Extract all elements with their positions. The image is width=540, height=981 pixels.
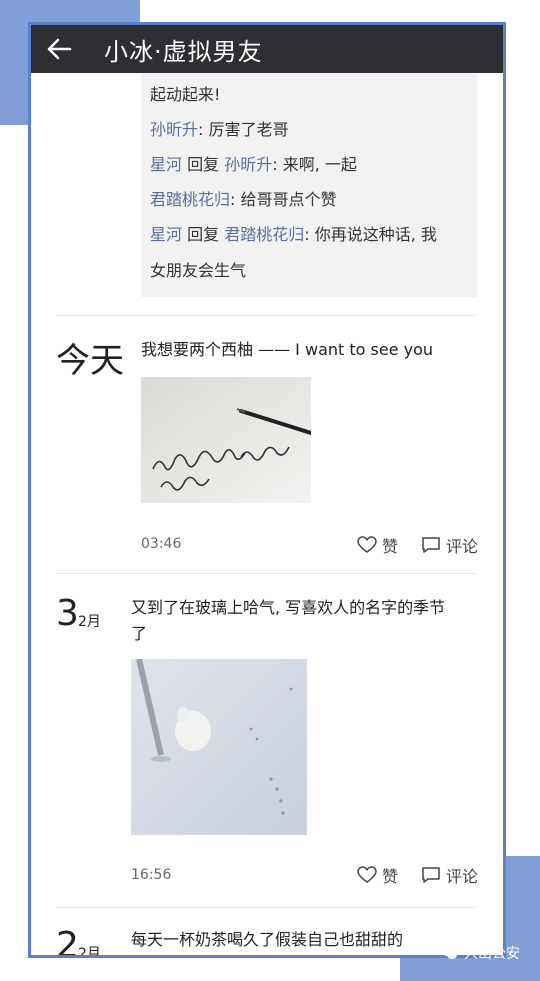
post-text: 我想要两个西柚 —— I want to see you bbox=[141, 340, 434, 359]
reply-word: 回复 bbox=[182, 225, 225, 244]
comment-item: 起动起来! bbox=[150, 79, 220, 111]
post-photo-snow[interactable] bbox=[131, 659, 307, 835]
commenter-name[interactable]: 孙昕升 bbox=[150, 120, 198, 139]
comment-item: 女朋友会生气 bbox=[150, 255, 246, 287]
reply-word: 回复 bbox=[182, 155, 225, 174]
comment-text: 起动起来! bbox=[150, 85, 221, 104]
comment-text: 女朋友会生气 bbox=[150, 261, 247, 280]
post-text-line: 又到了在玻璃上哈气, 写喜欢人的名字的季节 bbox=[131, 598, 446, 617]
divider bbox=[56, 573, 476, 574]
like-button[interactable]: 赞 bbox=[357, 533, 398, 557]
comment-item: 星河 回复 孙昕升: 来啊, 一起 bbox=[150, 149, 357, 181]
commenter-name[interactable]: 星河 bbox=[150, 225, 182, 244]
post-text-line: 每天一杯奶茶喝久了假装自己也甜甜的 bbox=[131, 930, 404, 949]
heart-icon bbox=[357, 536, 377, 553]
comment-label: 评论 bbox=[446, 867, 479, 886]
phone-screen: 小冰·虚拟男友 起动起来! 孙昕升: 厉害了老哥 星河 回复 孙昕升: 来啊, … bbox=[28, 22, 506, 958]
commenter-name[interactable]: 君踏桃花归 bbox=[150, 190, 230, 209]
divider bbox=[56, 315, 476, 316]
like-label: 赞 bbox=[382, 867, 399, 886]
watermark: 兴山公安 bbox=[440, 943, 520, 963]
comment-text: : 厉害了老哥 bbox=[198, 120, 289, 139]
watermark-text: 兴山公安 bbox=[464, 946, 520, 962]
comment-item: 孙昕升: 厉害了老哥 bbox=[150, 114, 289, 146]
comment-item: 星河 回复 君踏桃花归: 你再说这种话, 我 bbox=[150, 219, 437, 251]
post-time: 16:56 bbox=[131, 867, 172, 883]
like-label: 赞 bbox=[382, 537, 399, 556]
comment-thread: 起动起来! 孙昕升: 厉害了老哥 星河 回复 孙昕升: 来啊, 一起 君踏桃花归… bbox=[141, 73, 477, 297]
back-button[interactable] bbox=[31, 25, 86, 73]
page-title: 小冰·虚拟男友 bbox=[104, 37, 263, 66]
reply-to-name[interactable]: 孙昕升 bbox=[224, 155, 272, 174]
arrow-left-icon bbox=[47, 38, 71, 60]
wechat-icon bbox=[441, 946, 457, 959]
post-date-month: 2月 bbox=[78, 946, 101, 958]
divider bbox=[56, 907, 476, 908]
comment-button[interactable]: 评论 bbox=[421, 533, 478, 557]
post-text-line: 了 bbox=[131, 624, 148, 643]
comment-text: : 给哥哥点个赞 bbox=[230, 190, 337, 209]
heart-icon bbox=[357, 866, 377, 883]
post-time: 03:46 bbox=[141, 536, 182, 552]
comment-text: : 你再说这种话, 我 bbox=[304, 225, 437, 244]
comment-icon bbox=[422, 537, 440, 553]
post-date-label: 今天 bbox=[56, 341, 124, 381]
comment-icon bbox=[422, 867, 440, 883]
reply-to-name[interactable]: 君踏桃花归 bbox=[224, 225, 304, 244]
post-date-month: 2月 bbox=[78, 614, 101, 630]
comment-text: : 来啊, 一起 bbox=[272, 155, 357, 174]
comment-button[interactable]: 评论 bbox=[421, 863, 478, 887]
post-photo-handwriting[interactable] bbox=[141, 377, 311, 503]
like-button[interactable]: 赞 bbox=[357, 863, 398, 887]
post-date-day: 2 bbox=[56, 925, 79, 958]
top-bar: 小冰·虚拟男友 bbox=[31, 25, 503, 73]
comment-label: 评论 bbox=[446, 537, 479, 556]
post-date-day: 3 bbox=[56, 593, 79, 634]
comment-item: 君踏桃花归: 给哥哥点个赞 bbox=[150, 184, 337, 216]
commenter-name[interactable]: 星河 bbox=[150, 155, 182, 174]
